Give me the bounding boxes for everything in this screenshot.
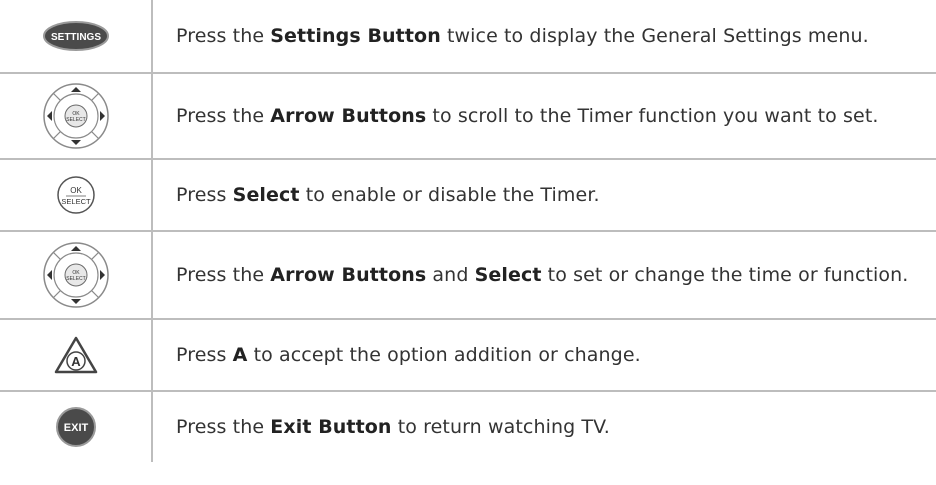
svg-text:EXIT: EXIT: [63, 422, 88, 434]
step-text-part: Press: [176, 184, 233, 206]
step-text-bold: Select: [474, 264, 542, 286]
ok-select-button-icon: OK SELECT: [56, 176, 95, 214]
arrow-pad-icon: OKSELECT: [42, 242, 109, 308]
step-icon-cell: OK SELECT: [0, 160, 153, 230]
step-text-bold: Arrow Buttons: [270, 105, 427, 127]
step-text-part: to set or change the time or function.: [541, 264, 909, 286]
step-text: Press the Arrow Buttons to scroll to the…: [153, 104, 936, 128]
step-text-part: to scroll to the Timer function you want…: [426, 105, 879, 127]
svg-text:SELECT: SELECT: [66, 276, 85, 282]
step-text-part: to return watching TV.: [391, 416, 610, 438]
svg-text:SETTINGS: SETTINGS: [50, 32, 100, 43]
step-text-part: Press the: [176, 264, 271, 286]
step-text-bold: Settings Button: [270, 25, 441, 47]
arrow-pad-icon: OKSELECT: [42, 83, 109, 149]
step-text-part: twice to display the General Settings me…: [440, 25, 869, 47]
step-text-bold: Select: [232, 184, 300, 206]
svg-text:SELECT: SELECT: [61, 197, 91, 206]
step-text: Press the Arrow Buttons and Select to se…: [153, 263, 936, 287]
step-text-part: and: [426, 264, 475, 286]
step-text-part: Press the: [176, 25, 271, 47]
a-button-icon: A: [54, 336, 97, 374]
step-row: SETTINGS Press the Settings Button twice …: [0, 0, 936, 72]
step-icon-cell: SETTINGS: [0, 0, 153, 72]
step-text: Press Select to enable or disable the Ti…: [153, 183, 936, 207]
step-text-bold: Arrow Buttons: [270, 264, 427, 286]
step-row: A Press A to accept the option addition o…: [0, 318, 936, 390]
step-icon-cell: A: [0, 320, 153, 390]
step-row: OK SELECT Press the Arrow Buttons and Sele…: [0, 230, 936, 318]
step-icon-cell: OK SELECT: [0, 232, 153, 318]
step-text-part: Press the: [176, 105, 271, 127]
instruction-table: SETTINGS Press the Settings Button twice …: [0, 0, 936, 462]
step-icon-cell: OK SELECT: [0, 74, 153, 158]
step-text-part: to enable or disable the Timer.: [299, 184, 600, 206]
step-row: EXIT Press the Exit Button to return watc…: [0, 390, 936, 462]
step-row: OK SELECT Press the Arrow Buttons to scrol…: [0, 72, 936, 158]
step-text-part: Press: [176, 344, 233, 366]
svg-text:OK: OK: [70, 186, 82, 195]
step-text: Press the Settings Button twice to displ…: [153, 24, 936, 48]
step-row: OK SELECT Press Select to enable or disabl…: [0, 158, 936, 230]
step-text-bold: A: [232, 344, 248, 366]
settings-button-icon: SETTINGS: [42, 21, 109, 51]
step-text-part: Press the: [176, 416, 271, 438]
step-text: Press A to accept the option addition or…: [153, 343, 936, 367]
step-text-part: to accept the option addition or change.: [247, 344, 641, 366]
step-text-bold: Exit Button: [270, 416, 392, 438]
step-icon-cell: EXIT: [0, 392, 153, 462]
step-text: Press the Exit Button to return watching…: [153, 415, 936, 439]
svg-text:A: A: [71, 354, 81, 369]
svg-text:SELECT: SELECT: [66, 117, 85, 123]
exit-button-icon: EXIT: [55, 407, 96, 447]
